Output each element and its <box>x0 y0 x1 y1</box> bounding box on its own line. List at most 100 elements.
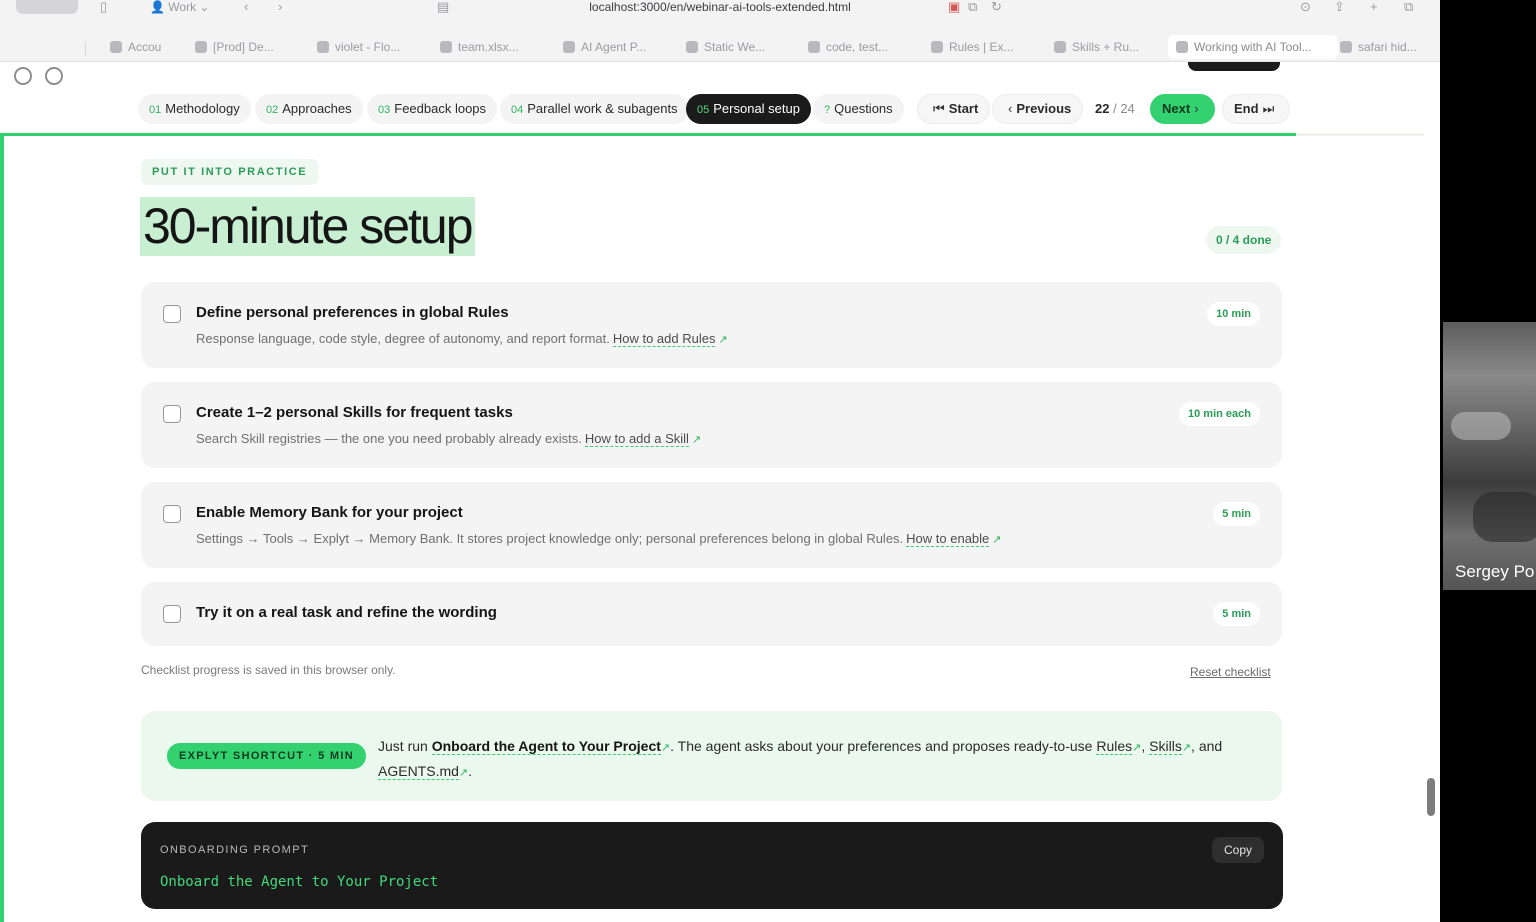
time-badge: 5 min <box>1213 502 1260 526</box>
end-button[interactable]: End ⏭ <box>1222 94 1291 124</box>
reset-checklist-link[interactable]: Reset checklist <box>1190 665 1271 679</box>
address-bar[interactable]: localhost:3000/en/webinar-ai-tools-exten… <box>520 0 920 14</box>
new-tab-icon[interactable]: + <box>1370 0 1378 16</box>
chevron-right-icon: › <box>1194 101 1199 116</box>
tab-overview-icon[interactable]: ⧉ <box>1404 0 1413 16</box>
tab-favicon-icon <box>931 41 943 53</box>
shortcut-callout: EXPLYT SHORTCUT · 5 MIN Just run Onboard… <box>141 711 1282 801</box>
section-chip-personal-setup[interactable]: 05 Personal setup <box>686 94 811 124</box>
profile-switcher[interactable]: 👤 Work ⌄ <box>150 0 209 14</box>
checklist-item[interactable]: Create 1–2 personal Skills for frequent … <box>141 382 1282 468</box>
rules-link[interactable]: Rules <box>1096 738 1133 755</box>
tab-favicon-icon <box>110 41 122 53</box>
checklist-note: Checklist progress is saved in this brow… <box>141 663 396 677</box>
section-label: Approaches <box>282 101 352 116</box>
section-chip-approaches[interactable]: 02 Approaches <box>255 94 363 124</box>
share-icon[interactable]: ⇪ <box>1334 0 1345 16</box>
time-badge: 10 min each <box>1179 402 1260 426</box>
video-feed <box>1451 412 1511 440</box>
skills-link[interactable]: Skills <box>1149 738 1182 755</box>
reload-icon[interactable]: ↻ <box>991 0 1002 16</box>
browser-tab-active[interactable]: Working with AI Tool... <box>1168 35 1338 59</box>
tab-favicon-icon <box>563 41 575 53</box>
github-icon[interactable] <box>45 67 63 85</box>
section-chip-feedback-loops[interactable]: 03 Feedback loops <box>367 94 498 124</box>
browser-tab[interactable]: violet - Flo... <box>317 35 417 59</box>
checkbox[interactable] <box>163 605 181 623</box>
tab-label: Working with AI Tool... <box>1194 40 1312 54</box>
profile-label: Work <box>168 0 197 14</box>
how-to-link[interactable]: How to add Rules <box>612 331 716 347</box>
section-number: 01 <box>149 104 162 116</box>
screen: ▯ 👤 Work ⌄ ‹ › ▤ localhost:3000/en/webin… <box>0 0 1440 922</box>
browser-tab[interactable]: Accou <box>110 35 175 59</box>
previous-button[interactable]: ‹ Previous <box>992 94 1084 124</box>
current-slide: 22 <box>1095 101 1110 116</box>
browser-tab[interactable]: Skills + Ru... <box>1054 35 1154 59</box>
checklist-item[interactable]: Enable Memory Bank for your project Sett… <box>141 482 1282 568</box>
browser-tab[interactable]: safari hid... <box>1340 35 1430 59</box>
how-to-link[interactable]: How to enable <box>906 531 990 547</box>
video-feed <box>1473 492 1536 542</box>
checklist-item[interactable]: Try it on a real task and refine the wor… <box>141 582 1282 646</box>
copy-button[interactable]: Copy <box>1211 837 1264 863</box>
browser-tab[interactable]: team.xlsx... <box>440 35 540 59</box>
text-fragment: Just run <box>378 738 428 754</box>
section-label: Feedback loops <box>394 101 487 116</box>
external-link-icon: ↗ <box>691 434 702 446</box>
browser-tab[interactable]: Rules | Ex... <box>931 35 1031 59</box>
sidebar-toggle-button[interactable] <box>16 0 78 14</box>
section-chip-questions[interactable]: ? Questions <box>813 94 904 124</box>
slide-progress-bar <box>0 133 1424 136</box>
section-chip-methodology[interactable]: 01 Methodology <box>138 94 251 124</box>
chevron-left-icon: ‹ <box>1008 101 1013 116</box>
slide-nav: 01 Methodology 02 Approaches 03 Feedback lo… <box>0 84 1440 134</box>
onboarding-prompt-block: ONBOARDING PROMPT Onboard the Agent to Y… <box>141 822 1283 909</box>
browser-tab[interactable]: AI Agent P... <box>563 35 663 59</box>
text-fragment: , and <box>1191 738 1223 754</box>
shortcut-text: Just run Onboard the Agent to Your Proje… <box>378 735 1238 785</box>
translate-icon[interactable]: ⧉ <box>968 0 977 16</box>
browser-tab[interactable]: Static We... <box>686 35 786 59</box>
browser-tab[interactable]: [Prod] De... <box>195 35 295 59</box>
forward-button[interactable]: › <box>278 0 282 16</box>
next-button[interactable]: Next › <box>1150 94 1215 124</box>
checklist-item[interactable]: Define personal preferences in global Ru… <box>141 282 1282 368</box>
github-icon[interactable] <box>14 67 32 85</box>
tab-favicon-icon <box>1176 41 1188 53</box>
browser-tab[interactable]: code, test... <box>808 35 908 59</box>
tab-favicon-icon <box>686 41 698 53</box>
checklist-item-desc: Settings → Tools → Explyt → Memory Bank.… <box>196 531 1002 547</box>
checkbox[interactable] <box>163 405 181 423</box>
how-to-link[interactable]: How to add a Skill <box>584 431 689 447</box>
section-label: Personal setup <box>713 101 800 116</box>
section-number: 05 <box>697 104 710 116</box>
download-icon[interactable]: ⊙ <box>1300 0 1311 16</box>
external-link-icon: ↗ <box>718 334 728 346</box>
scrollbar-thumb[interactable] <box>1427 778 1435 816</box>
slide-counter: 22 / 24 <box>1095 94 1135 124</box>
text-fragment: , <box>1141 738 1146 754</box>
browser-toolbar: ▯ 👤 Work ⌄ ‹ › ▤ localhost:3000/en/webin… <box>0 0 1440 30</box>
sidebar-icon[interactable]: ▯ <box>100 0 107 16</box>
skip-back-icon: ⏮ <box>933 101 945 116</box>
section-number: 03 <box>378 104 391 116</box>
checklist-item-title: Define personal preferences in global Ru… <box>196 304 509 321</box>
checkbox[interactable] <box>163 305 181 323</box>
back-button[interactable]: ‹ <box>244 0 248 16</box>
text-fragment: . <box>468 763 473 779</box>
onboard-link[interactable]: Onboard the Agent to Your Project <box>431 738 661 755</box>
tab-label: AI Agent P... <box>581 40 647 54</box>
desc-text: Response language, code style, degree of… <box>196 331 610 346</box>
extension-icon[interactable]: ▣ <box>948 0 960 16</box>
start-label: Start <box>948 101 979 116</box>
checkbox[interactable] <box>163 505 181 523</box>
prompt-label: ONBOARDING PROMPT <box>160 844 310 856</box>
agents-md-link[interactable]: AGENTS.md <box>378 763 459 780</box>
section-chip-parallel-work[interactable]: 04 Parallel work & subagents <box>500 94 689 124</box>
section-label: Parallel work & subagents <box>527 101 678 116</box>
tab-label: violet - Flo... <box>335 40 401 54</box>
start-button[interactable]: ⏮ Start <box>917 94 991 124</box>
tab-favicon-icon <box>317 41 329 53</box>
external-link-icon: ↗ <box>992 534 1002 546</box>
